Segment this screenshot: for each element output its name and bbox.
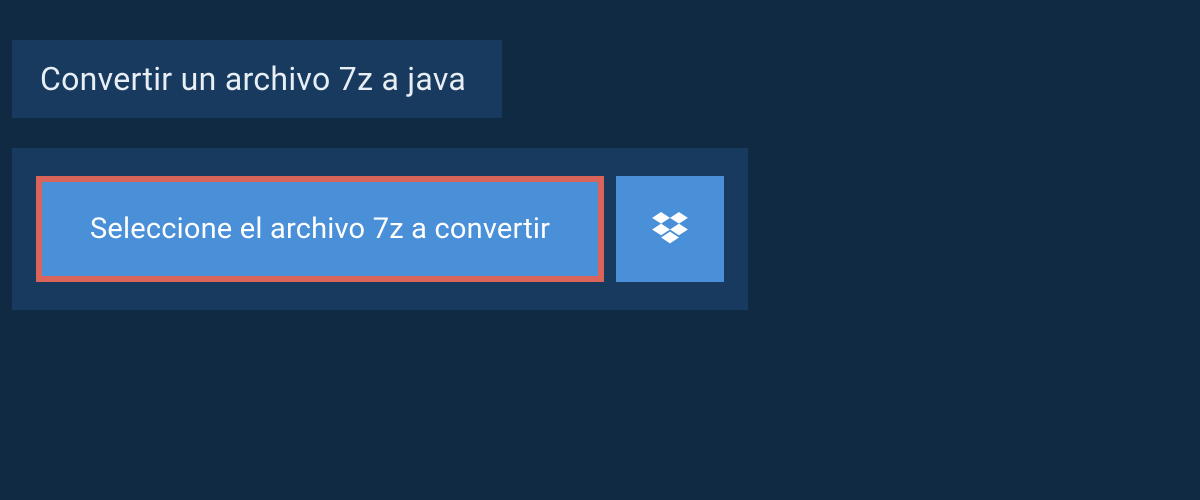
select-file-button[interactable]: Seleccione el archivo 7z a convertir — [36, 176, 604, 282]
dropbox-icon — [652, 212, 688, 246]
converter-container: Convertir un archivo 7z a java Seleccion… — [0, 0, 1200, 310]
select-file-label: Seleccione el archivo 7z a convertir — [90, 212, 550, 246]
upload-panel: Seleccione el archivo 7z a convertir — [12, 148, 748, 310]
header-tab: Convertir un archivo 7z a java — [12, 40, 502, 118]
page-title: Convertir un archivo 7z a java — [40, 60, 466, 98]
dropbox-button[interactable] — [616, 176, 724, 282]
